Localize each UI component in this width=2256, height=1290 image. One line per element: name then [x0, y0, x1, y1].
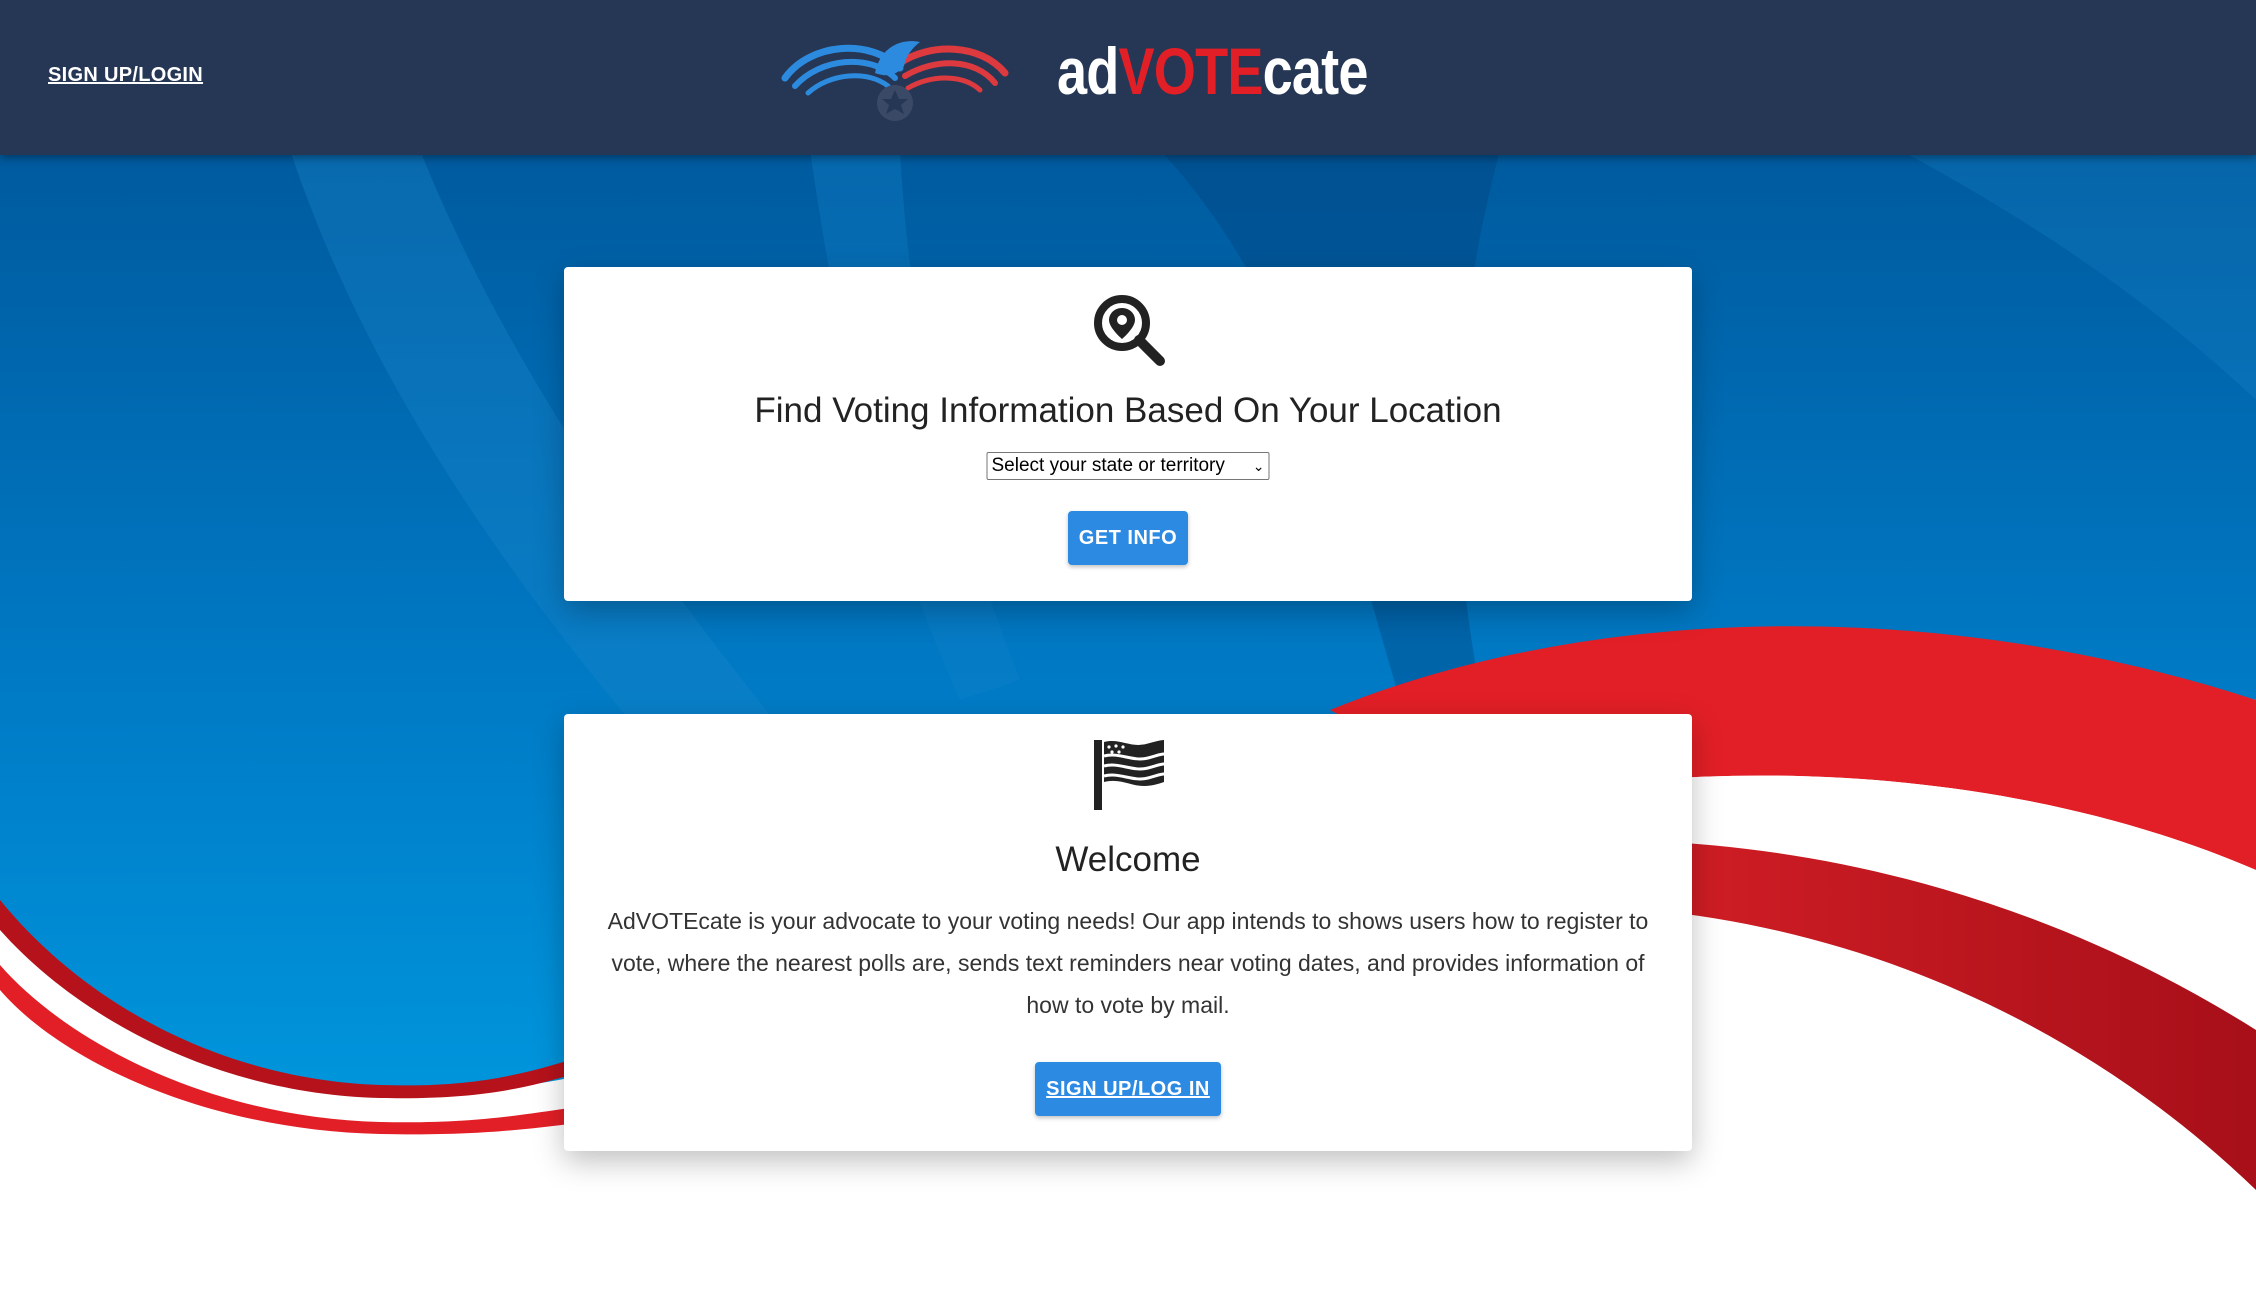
top-header: SIGN UP/LOGIN adVOTEcate: [0, 0, 2256, 155]
get-info-button[interactable]: GET INFO: [1068, 511, 1188, 565]
eagle-logo-icon: [781, 41, 1009, 121]
state-select[interactable]: Select your state or territory ⌄: [986, 452, 1270, 480]
state-select-value: Select your state or territory: [991, 455, 1225, 476]
brand-wordmark: adVOTEcate: [1057, 38, 1368, 104]
signup-login-button[interactable]: SIGN UP/LOG IN: [1035, 1062, 1221, 1116]
welcome-card: Welcome AdVOTEcate is your advocate to y…: [564, 714, 1692, 1151]
brand-part-cate: cate: [1262, 34, 1369, 108]
header-signup-login-link[interactable]: SIGN UP/LOGIN: [48, 64, 203, 87]
location-search-icon: [1094, 295, 1165, 366]
page: SIGN UP/LOGIN adVOTEcate Find Voting Inf…: [0, 0, 2256, 1290]
brand-part-ad: ad: [1057, 34, 1119, 108]
flag-icon: [1094, 740, 1165, 810]
welcome-card-title: Welcome: [1055, 840, 1201, 879]
chevron-down-icon: ⌄: [1252, 457, 1265, 474]
location-card: Find Voting Information Based On Your Lo…: [564, 267, 1692, 601]
location-card-title: Find Voting Information Based On Your Lo…: [754, 391, 1502, 430]
welcome-description: AdVOTEcate is your advocate to your voti…: [607, 908, 1649, 1018]
brand-part-vote: VOTE: [1118, 34, 1264, 108]
